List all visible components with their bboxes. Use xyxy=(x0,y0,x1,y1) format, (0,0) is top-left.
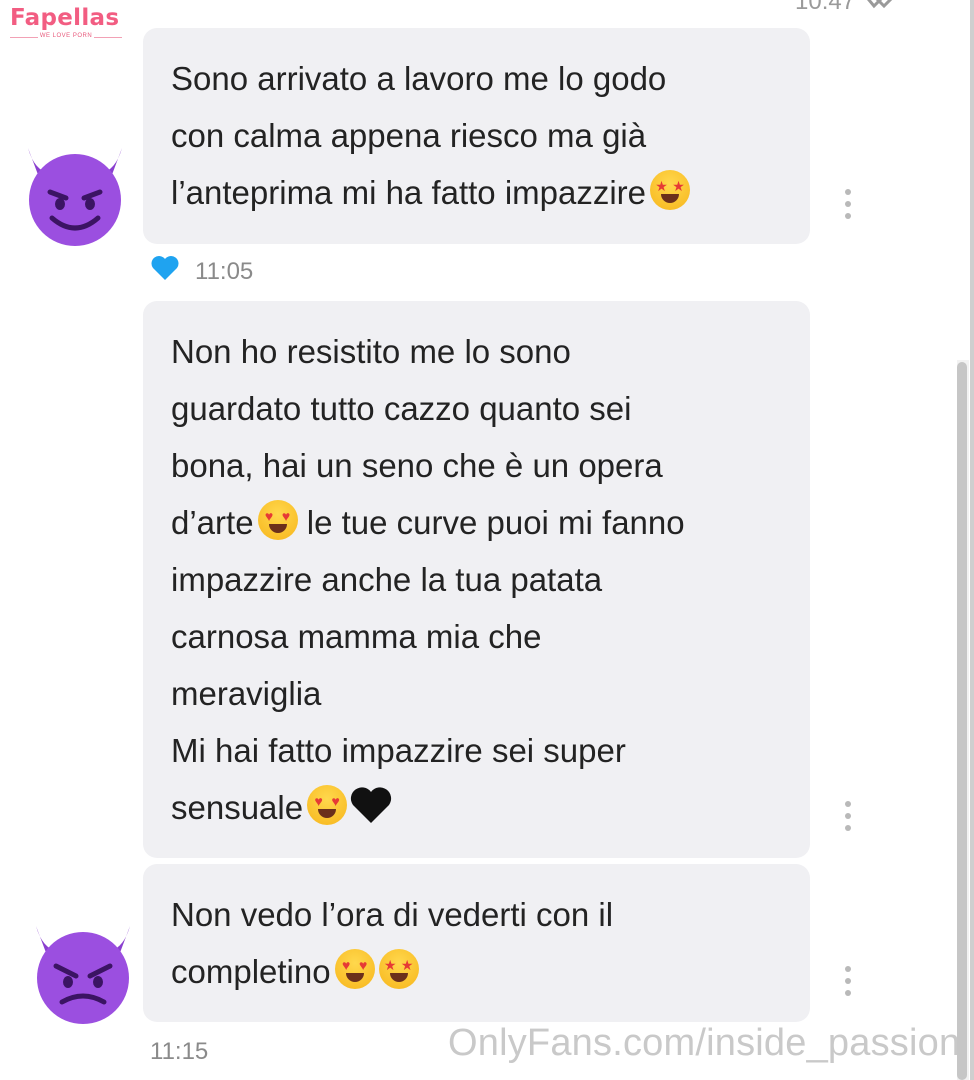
message-text: Sono arrivato a lavoro me lo godo con ca… xyxy=(171,60,667,211)
message-text-continued: le tue curve puoi mi fanno impazzire anc… xyxy=(171,504,685,826)
smiling-devil-avatar[interactable] xyxy=(20,140,130,250)
message-options-icon[interactable] xyxy=(843,189,853,219)
double-check-icon xyxy=(867,0,893,9)
fapellas-logo: Fapellas WE LOVE PORN xyxy=(10,5,130,45)
message-time: 11:05 xyxy=(195,258,254,285)
star-struck-emoji: ★ ★ xyxy=(650,170,691,210)
heart-eyes-emoji: ♥ ♥ xyxy=(307,785,348,825)
message-options-icon[interactable] xyxy=(843,966,853,996)
logo-text: Fapellas xyxy=(10,5,120,31)
onlyfans-watermark: OnlyFans.com/inside_passion xyxy=(448,1022,961,1064)
black-heart-emoji xyxy=(351,787,392,823)
logo-tagline: WE LOVE PORN xyxy=(10,33,122,39)
message-options-icon[interactable] xyxy=(843,801,853,831)
heart-eyes-emoji: ♥ ♥ xyxy=(334,949,375,989)
liked-heart-icon[interactable] xyxy=(150,255,180,281)
heart-eyes-emoji: ♥ ♥ xyxy=(257,500,298,540)
message-time: 11:15 xyxy=(150,1038,209,1065)
scrollbar-thumb[interactable] xyxy=(957,362,967,1080)
message-bubble[interactable]: Non ho resistito me lo sono guardato tut… xyxy=(143,301,810,858)
message-bubble[interactable]: Sono arrivato a lavoro me lo godo con ca… xyxy=(143,28,810,244)
window-edge xyxy=(970,0,974,1080)
message-bubble[interactable]: Non vedo l’ora di vederti con il complet… xyxy=(143,864,810,1022)
angry-devil-avatar[interactable] xyxy=(28,918,138,1028)
star-struck-emoji: ★ ★ xyxy=(378,949,419,989)
previous-message-time: 10:47 xyxy=(795,0,856,15)
